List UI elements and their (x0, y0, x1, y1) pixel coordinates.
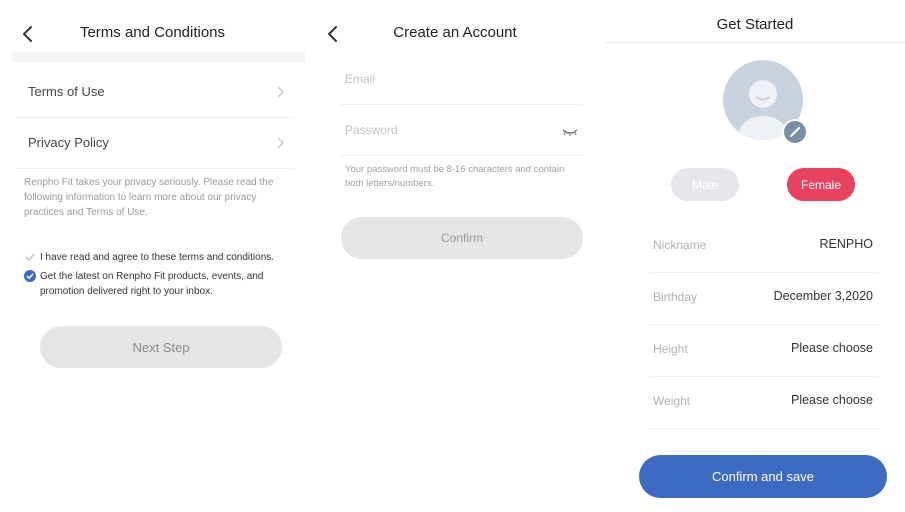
page-title: Terms and Conditions (79, 24, 226, 41)
nickname-row[interactable]: Nickname RENPHO (649, 220, 879, 273)
checked-circle-icon (24, 270, 36, 282)
male-button[interactable]: Male (671, 168, 739, 201)
privacy-note: Renpho Fit takes your privacy seriously.… (24, 177, 274, 218)
nickname-label: Nickname (653, 238, 707, 252)
terms-of-use-label: Terms of Use (28, 84, 105, 99)
get-started-screen: Get Started Male Female Nickname RENPHO … (605, 0, 905, 512)
birthday-row[interactable]: Birthday December 3,2020 (649, 272, 879, 325)
next-step-button[interactable]: Next Step (40, 326, 282, 368)
weight-label: Weight (653, 394, 691, 408)
chevron-right-icon (277, 86, 284, 98)
privacy-policy-link[interactable]: Privacy Policy (16, 118, 295, 169)
nickname-value: RENPHO (819, 237, 873, 251)
terms-screen: Terms and Conditions Terms of Use Privac… (0, 0, 305, 512)
account-header: Create an Account (305, 14, 605, 52)
newsletter-label: Get the latest on Renpho Fit products, e… (40, 271, 264, 297)
password-hint: Your password must be 8-16 characters an… (345, 164, 565, 189)
weight-row[interactable]: Weight Please choose (649, 376, 879, 429)
female-button[interactable]: Female (787, 168, 855, 201)
agree-terms-label: I have read and agree to these terms and… (40, 252, 275, 263)
confirm-button[interactable]: Confirm (341, 217, 583, 259)
agree-terms-checkbox[interactable]: I have read and agree to these terms and… (24, 250, 295, 265)
terms-header: Terms and Conditions (0, 14, 305, 52)
birthday-value: December 3,2020 (773, 289, 873, 303)
password-field[interactable] (341, 107, 583, 156)
newsletter-checkbox[interactable]: Get the latest on Renpho Fit products, e… (24, 269, 295, 299)
confirm-and-save-button[interactable]: Confirm and save (639, 455, 887, 498)
header-divider (605, 42, 905, 43)
header-divider (12, 52, 305, 62)
page-title: Create an Account (393, 24, 517, 41)
email-field[interactable] (341, 56, 583, 105)
checkmark-icon (25, 253, 35, 262)
weight-value: Please choose (790, 393, 873, 407)
create-account-screen: Create an Account Your password must be … (305, 0, 605, 512)
terms-of-use-link[interactable]: Terms of Use (16, 67, 295, 118)
birthday-label: Birthday (653, 290, 698, 304)
height-label: Height (653, 342, 688, 356)
eye-closed-icon[interactable] (561, 127, 579, 137)
email-input[interactable] (345, 72, 539, 86)
password-input[interactable] (345, 123, 539, 137)
edit-avatar-icon[interactable] (782, 119, 808, 145)
profile-header: Get Started (605, 6, 905, 44)
page-title: Get Started (716, 16, 794, 33)
height-row[interactable]: Height Please choose (649, 324, 879, 377)
chevron-right-icon (277, 137, 284, 149)
height-value: Please choose (790, 341, 873, 355)
privacy-policy-label: Privacy Policy (28, 135, 109, 150)
